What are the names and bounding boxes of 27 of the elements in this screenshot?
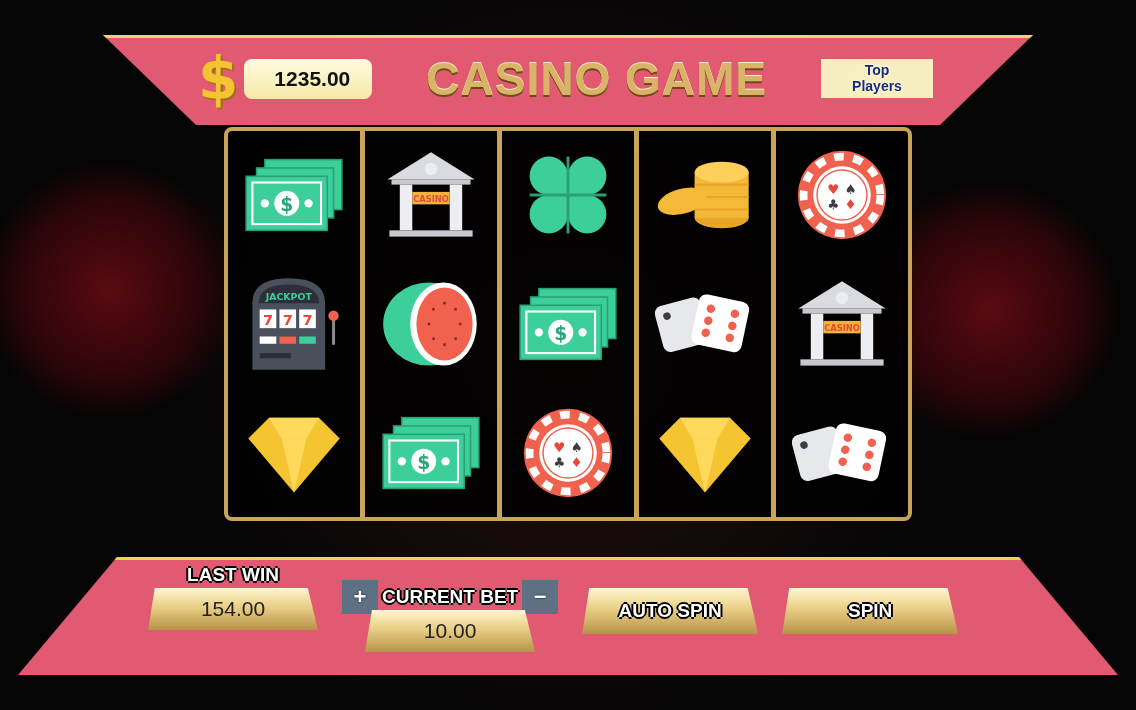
suit-symbol: ♠ xyxy=(844,182,857,198)
suit-symbol: ♥ xyxy=(827,182,840,198)
balance-display: 1235.00 xyxy=(244,58,373,99)
sign-label: CASINO xyxy=(824,322,860,333)
decrease-bet-button[interactable]: − xyxy=(522,580,559,614)
suit-symbol: ♠ xyxy=(570,439,583,455)
game-title: CASINO GAME xyxy=(426,51,767,106)
suit-symbol: ♦ xyxy=(570,455,583,471)
current-bet-value: 10.00 xyxy=(365,610,536,652)
last-win-label: LAST WIN xyxy=(187,563,279,587)
dollar-sign: $ xyxy=(198,44,239,113)
reel-digit: 7 xyxy=(282,311,293,329)
suit-symbol: ♣ xyxy=(827,197,840,213)
suit-symbol: ♥ xyxy=(553,439,566,455)
reel-digit: 7 xyxy=(302,311,313,329)
bank-building-icon xyxy=(387,152,475,237)
current-bet-label: CURRENT BET xyxy=(382,585,519,609)
bank-building-icon xyxy=(798,281,886,366)
increase-bet-button[interactable]: + xyxy=(342,580,378,614)
reel-digit: 7 xyxy=(262,311,274,329)
sign-label: CASINO xyxy=(413,194,449,205)
top-players-button[interactable]: Top Players xyxy=(821,59,933,98)
last-win-value: 154.00 xyxy=(148,588,318,630)
suit-symbol: ♦ xyxy=(844,197,857,213)
suit-symbol: ♣ xyxy=(553,455,566,471)
slot-machine-icon xyxy=(252,278,339,370)
sign-label: JACKPOT xyxy=(265,291,312,303)
